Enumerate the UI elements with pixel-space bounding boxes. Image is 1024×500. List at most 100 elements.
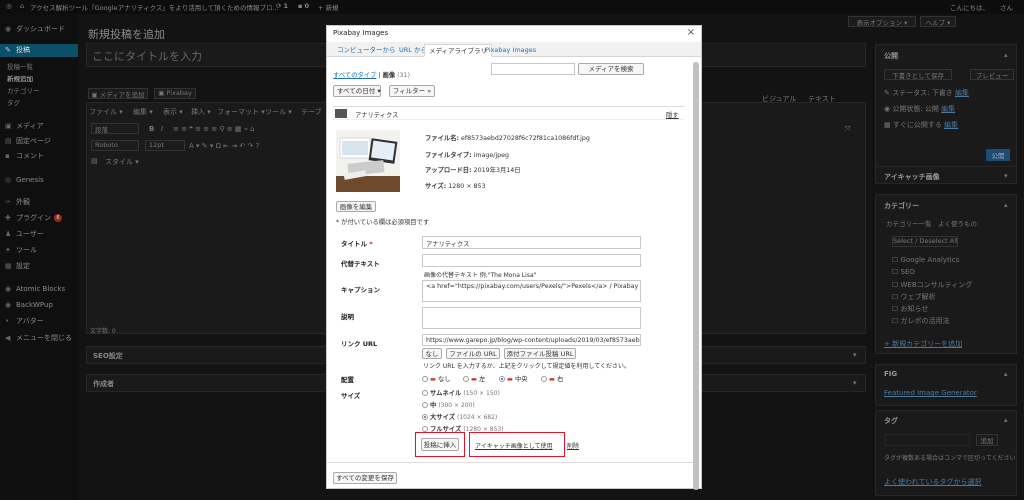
menu-plugins[interactable]: ✚ プラグイン 6 [0,212,78,225]
category-item[interactable]: ☐ ガレポの活用法 [892,316,950,326]
pixabay-button[interactable]: ▣ Pixabay [154,88,196,99]
menu-media[interactable]: ▣ メディア [0,120,78,133]
visibility-edit-link[interactable]: 編集 [941,105,955,113]
link-attachment-button[interactable]: 添付ファイル投稿 URL [504,348,576,359]
tag-add-button[interactable]: 追加 [976,434,998,446]
size-select[interactable]: 12pt [145,140,185,151]
menu-backwpup[interactable]: ◉ BackWPup [0,299,78,312]
help-button[interactable]: ヘルプ ▾ [920,16,956,27]
align-left[interactable]: ▬ 左 [463,374,485,383]
submenu-all-posts[interactable]: 投稿一覧 [0,62,78,73]
size-option-large[interactable]: 大サイズ (1024 × 682) [422,412,497,421]
editor-menu-edit[interactable]: 編集 ▾ [133,107,153,117]
close-icon[interactable]: × [687,27,695,38]
alt-field[interactable] [422,254,641,267]
size-option-thumbnail[interactable]: サムネイル (150 × 150) [422,388,500,397]
tab-pixabay-images[interactable]: Pixabay Images [481,44,540,57]
new-content-link[interactable]: + 新規 [318,2,339,12]
user-name[interactable]: さん [1000,2,1013,12]
save-draft-button[interactable]: 下書きとして保存 [884,69,952,80]
submenu-add-new[interactable]: 新規追加 [0,74,78,85]
select-deselect-button[interactable]: Select / Deselect All [892,236,958,247]
caption-field[interactable]: <a href="https://pixabay.com/users/Pexel… [422,280,641,302]
align-none[interactable]: ▬ なし [422,374,451,383]
align-radio[interactable] [422,376,428,382]
tag-toggle-icon[interactable]: ▴ [1004,416,1008,424]
fullscreen-icon[interactable]: ⤧ [845,125,851,134]
align-right[interactable]: ▬ 右 [541,374,563,383]
style-select[interactable]: スタイル ▾ [105,157,139,167]
link-none-button[interactable]: なし [422,348,442,359]
category-item[interactable]: ☐ ウェブ解析 [892,292,936,302]
category-item[interactable]: ☐ WEBコンサルティング [892,280,972,290]
menu-collapse[interactable]: ◀ メニューを閉じる [0,332,78,345]
description-field[interactable] [422,307,641,329]
tag-input[interactable] [884,434,970,446]
greeting-text[interactable]: こんにちは、 [950,2,989,12]
align-radio[interactable] [463,376,469,382]
filter-button[interactable]: フィルター » [389,85,435,97]
eyecatch-box[interactable]: アイキャッチ画像 ▾ [875,166,1017,184]
style-icon[interactable]: ▤ [91,157,98,165]
media-search-button[interactable]: メディアを検索 [578,63,644,75]
seo-toggle-icon[interactable]: ▾ [853,351,857,359]
publish-toggle-icon[interactable]: ▴ [1004,51,1008,59]
editor-menu-insert[interactable]: 挿入 ▾ [191,107,211,117]
format-select[interactable]: 段落 [91,123,139,134]
scrollbar-thumb[interactable] [693,62,699,490]
link-url-field[interactable]: https://www.garepo.jp/blog/wp-content/up… [422,334,641,346]
menu-appearance[interactable]: ✑ 外観 [0,196,78,209]
list-icon[interactable]: ≡ ≡ ❝ ≡ ≡ ≡ ⚲ ≡ ▦ ⌁ ⌂ [173,125,255,133]
bold-icon[interactable]: B [149,125,154,133]
author-toggle-icon[interactable]: ▾ [853,379,857,387]
menu-avatar[interactable]: • アバター [0,315,78,328]
menu-dashboard[interactable]: ◉ ダッシュボード [0,23,78,36]
format-tools-icon[interactable]: A ▾ ✎ ▾ Ω ⇤ ⇥ ↶ ↷ ? [189,142,259,150]
edit-image-button[interactable]: 画像を編集 [336,201,376,212]
eyecatch-toggle-icon[interactable]: ▾ [1004,172,1008,180]
site-title-link[interactable]: アクセス解析ツール『Googleアナリティクス』をより活用して頂くための情報ブロ… [30,2,279,12]
modal-scrollbar[interactable] [693,62,699,490]
fig-toggle-icon[interactable]: ▴ [1004,370,1008,378]
menu-tools[interactable]: ✦ ツール [0,244,78,257]
status-edit-link[interactable]: 編集 [955,89,969,97]
date-select[interactable]: すべての日付 ▾ [333,85,381,97]
font-select[interactable]: Roboto [91,140,139,151]
add-category-link[interactable]: + 新規カテゴリーを追加 [884,339,962,349]
screen-options-button[interactable]: 表示オプション ▾ [848,16,916,27]
category-item[interactable]: ☐ Google Analytics [892,256,959,264]
delete-link[interactable]: 削除 [567,441,579,450]
filter-images[interactable]: 画像 [383,72,396,79]
insert-into-post-button[interactable]: 投稿に挿入 [421,438,459,451]
add-media-button[interactable]: ▣ メディアを追加 [88,88,148,99]
category-item[interactable]: ☐ SEO [892,268,915,276]
editor-menu-view[interactable]: 表示 ▾ [163,107,183,117]
menu-genesis[interactable]: ◎ Genesis [0,174,78,187]
filter-all-types[interactable]: すべてのタイプ [333,72,376,79]
category-item[interactable]: ☐ お知らせ [892,304,928,314]
menu-posts[interactable]: ✎ 投稿 [0,44,78,57]
align-center[interactable]: ▬ 中央 [499,374,528,383]
wordpress-logo-icon[interactable]: ◎ [6,2,12,10]
size-radio-selected[interactable] [422,414,428,420]
set-eyecatch-link[interactable]: アイキャッチ画像として使用 [475,441,553,450]
menu-atomic-blocks[interactable]: ◉ Atomic Blocks [0,283,78,296]
fig-link[interactable]: Featured Image Generator [884,389,977,397]
menu-comments[interactable]: ▪ コメント [0,150,78,163]
category-tabs[interactable]: カテゴリー一覧 よく使うもの [886,218,977,228]
submenu-tags[interactable]: タグ [0,98,78,109]
editor-menu-table[interactable]: テーブ [301,107,322,117]
media-search-input[interactable] [491,63,575,75]
comments-icon[interactable]: ▪ 0 [298,2,309,10]
publish-button[interactable]: 公開 [986,149,1010,161]
preview-button[interactable]: プレビュー [970,69,1014,80]
editor-menu-file[interactable]: ファイル ▾ [89,107,123,117]
updates-icon[interactable]: ⟳ 1 [276,2,288,10]
italic-icon[interactable]: I [161,125,163,133]
size-option-medium[interactable]: 中 (300 × 200) [422,400,475,409]
link-file-url-button[interactable]: ファイルの URL [446,348,500,359]
submenu-categories[interactable]: カテゴリー [0,86,78,97]
category-toggle-icon[interactable]: ▴ [1004,201,1008,209]
menu-settings[interactable]: ▦ 設定 [0,260,78,273]
tab-from-computer[interactable]: コンピューターから [333,44,400,57]
